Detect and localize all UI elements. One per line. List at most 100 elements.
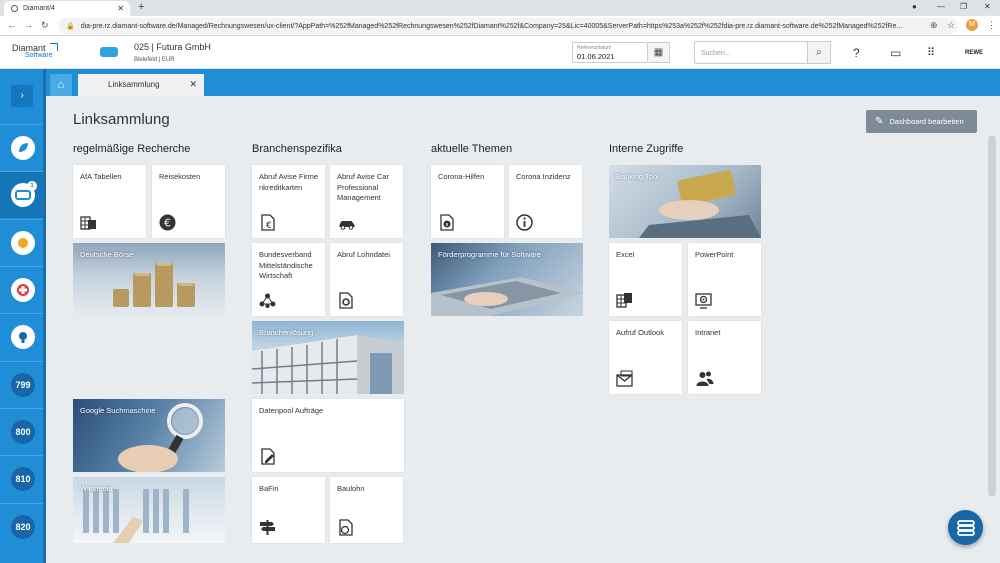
document-edit-icon: [261, 448, 275, 465]
search-input[interactable]: Suchen...: [694, 41, 808, 64]
euro-icon: €: [159, 214, 176, 231]
tile-aufruf-outlook[interactable]: Aufruf Outlook: [609, 321, 682, 394]
tile-branchenloesung[interactable]: Branchenlösung: [252, 321, 404, 394]
tile-label: Excel: [616, 250, 635, 259]
company-name[interactable]: 025 | Futura GmbH: [134, 42, 211, 52]
zoom-icon[interactable]: ⊕: [930, 20, 938, 31]
tab-label: Linksammlung: [108, 80, 160, 89]
calendar-icon[interactable]: ▦: [648, 42, 670, 63]
tile-label: Corona-Hilfen: [438, 172, 485, 181]
close-icon[interactable]: ✕: [189, 79, 197, 90]
minimize-icon[interactable]: —: [937, 2, 945, 11]
tile-banking-tool[interactable]: Banking Tool: [609, 165, 761, 238]
presentation-icon: [695, 293, 712, 309]
svg-text:€: €: [164, 217, 171, 230]
home-icon[interactable]: ⌂: [50, 74, 72, 96]
edit-dashboard-button[interactable]: ✎ Dashboard bearbeiten: [866, 110, 977, 133]
app-tabbar: ⌂ Linksammlung ✕: [46, 69, 1000, 96]
account-800-label: 800: [11, 420, 35, 444]
sidebar-item-800[interactable]: 800: [0, 408, 46, 455]
close-tab-icon[interactable]: ✕: [117, 4, 124, 13]
search-icon[interactable]: ⌕: [807, 41, 831, 64]
tile-label: Branchenlösung: [259, 328, 314, 337]
tile-label: Baulohn: [337, 484, 365, 493]
company-icon[interactable]: [100, 47, 118, 57]
tile-reisekosten[interactable]: Reisekosten €: [152, 165, 225, 238]
address-bar[interactable]: 🔒 dia-pre.rz.diamant-software.de/Managed…: [58, 18, 958, 34]
sidebar-item-820[interactable]: 820: [0, 503, 46, 550]
sidebar-item-links[interactable]: 1: [0, 171, 46, 218]
back-icon[interactable]: ←: [7, 20, 16, 30]
company-subtitle: Bielefeld | EUR: [134, 57, 175, 63]
tile-deutsche-boerse[interactable]: Deutsche Börse: [73, 243, 225, 316]
tab-linksammlung[interactable]: Linksammlung ✕: [78, 74, 204, 96]
browser-tab[interactable]: Diamant/4 ✕: [4, 1, 130, 16]
tile-corona-hilfen[interactable]: Corona-Hilfen: [431, 165, 504, 238]
sidebar-item-799[interactable]: 799: [0, 361, 46, 408]
tile-label: Intranet: [695, 328, 721, 337]
column-heading-themen: aktuelle Themen: [431, 143, 513, 155]
sidebar-item-idea[interactable]: [0, 313, 46, 360]
reference-date-value: 01.06.2021: [577, 52, 615, 61]
tile-label: Bundesverband Mittelständische Wirtschaf…: [259, 250, 313, 280]
tile-abruf-avise-firmenkreditkarten[interactable]: Abruf Avise Firmenkreditkarten €: [252, 165, 325, 238]
menu-stack-icon: [956, 519, 975, 536]
maximize-icon[interactable]: ❐: [960, 2, 967, 11]
users-icon: [696, 371, 714, 386]
menu-icon[interactable]: ⋮: [987, 20, 996, 31]
tile-label: Banking Tool: [616, 172, 659, 181]
sidebar-item-leaf[interactable]: [0, 124, 46, 171]
sidebar-item-puzzle[interactable]: [0, 219, 46, 266]
car-icon: [339, 221, 355, 230]
tile-label: Reisekosten: [159, 172, 201, 181]
svg-text:€: €: [266, 221, 272, 231]
browser-toolbar: ← → ↻ 🔒 dia-pre.rz.diamant-software.de/M…: [0, 16, 1000, 36]
tile-foerderprogramme[interactable]: Förderprogramme für Software: [431, 243, 583, 316]
tile-label: Datenpool Aufträge: [259, 406, 324, 415]
tile-label: PowerPoint: [695, 250, 734, 259]
sidebar-item-health[interactable]: [0, 266, 46, 313]
tile-intranet[interactable]: Intranet: [688, 321, 761, 394]
tile-powerpoint[interactable]: PowerPoint: [688, 243, 761, 316]
document-info-icon: [440, 214, 454, 231]
tile-abruf-avise-car[interactable]: Abruf Avise Car Professional Management: [330, 165, 403, 238]
tile-corona-inzidenz[interactable]: Corona Inzidenz: [509, 165, 582, 238]
star-icon[interactable]: ☆: [947, 20, 955, 31]
notification-badge: 1: [27, 181, 37, 191]
tile-label: Corona Inzidenz: [516, 172, 571, 181]
apps-grid-icon[interactable]: ⠿: [927, 46, 935, 59]
tile-label: Förderprogramme für Software: [438, 250, 541, 259]
new-tab-button[interactable]: +: [138, 1, 144, 13]
reference-date-label: Referenzdatum: [577, 45, 612, 51]
chat-icon[interactable]: ▭: [890, 46, 901, 60]
close-window-icon[interactable]: ✕: [984, 2, 991, 11]
column-heading-intern: Interne Zugriffe: [609, 143, 684, 155]
tile-abruf-lohndatei[interactable]: Abruf Lohndatei: [330, 243, 403, 316]
pencil-icon: ✎: [875, 116, 884, 127]
tile-wikipedia[interactable]: Wikipedia: [73, 477, 225, 543]
tile-datenpool-auftraege[interactable]: Datenpool Aufträge: [252, 399, 404, 472]
tile-bvmw[interactable]: Bundesverband Mittelständische Wirtschaf…: [252, 243, 325, 316]
tile-afa-tabellen[interactable]: AfA Tabellen: [73, 165, 146, 238]
page-title: Linksammlung: [73, 111, 170, 128]
reference-date-field[interactable]: Referenzdatum 01.06.2021: [572, 42, 648, 63]
user-name[interactable]: REWE: [965, 50, 983, 56]
sidebar-item-810[interactable]: 810: [0, 455, 46, 502]
app-header: Diamant Software 025 | Futura GmbH Biele…: [0, 36, 1000, 69]
spreadsheet-icon: [616, 293, 632, 308]
sidebar-toggle-button[interactable]: ›: [11, 85, 33, 107]
reload-icon[interactable]: ↻: [41, 20, 49, 31]
help-icon[interactable]: ?: [853, 46, 860, 60]
forward-icon[interactable]: →: [24, 20, 33, 30]
profile-avatar[interactable]: M: [966, 19, 978, 31]
tile-google-suchmaschine[interactable]: Google Suchmaschine: [73, 399, 225, 472]
tile-bafin[interactable]: BaFin: [252, 477, 325, 543]
edit-dashboard-label: Dashboard bearbeiten: [889, 117, 964, 126]
tile-label: Abruf Avise Car Professional Management: [337, 172, 389, 202]
main-scrollbar[interactable]: [988, 136, 996, 496]
tile-baulohn[interactable]: Baulohn: [330, 477, 403, 543]
floating-menu-button[interactable]: [948, 510, 983, 545]
signpost-icon: [260, 520, 275, 535]
record-icon[interactable]: ●: [912, 2, 917, 11]
tile-excel[interactable]: Excel: [609, 243, 682, 316]
